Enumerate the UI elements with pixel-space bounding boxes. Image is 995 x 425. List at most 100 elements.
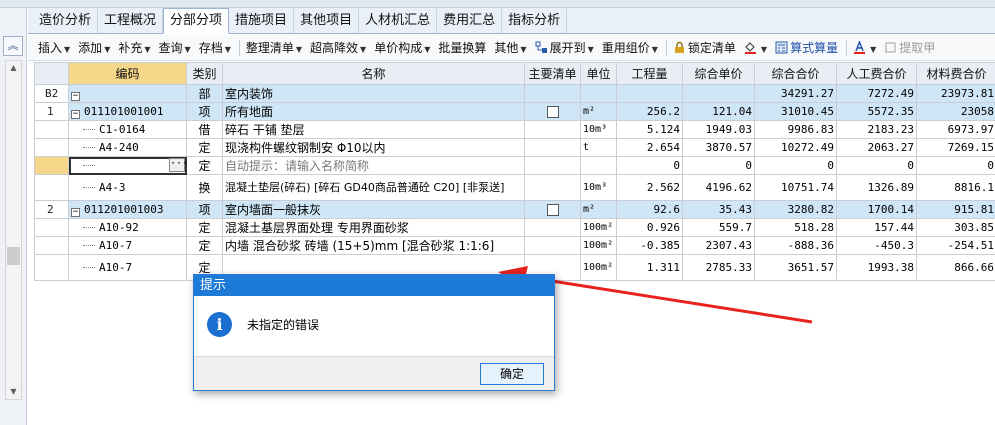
type-cell[interactable]: 定 — [186, 218, 223, 237]
tab-fee-summary[interactable]: 费用汇总 — [437, 9, 503, 33]
tab-measures[interactable]: 措施项目 — [229, 9, 295, 33]
table-row-editing[interactable]: ··· 定 自动提示：请输入名称简称 0 0 0 0 0 — [34, 156, 995, 175]
main-list-checkbox[interactable] — [546, 203, 559, 216]
code-cell[interactable]: A10-7 — [68, 254, 187, 281]
name-cell[interactable]: 所有地面 — [222, 102, 525, 121]
name-hint-cell[interactable]: 自动提示：请输入名称简称 — [222, 156, 525, 175]
collapse-icon[interactable]: − — [71, 207, 80, 217]
name-column-header[interactable]: 名称 — [222, 62, 525, 85]
collapse-icon[interactable]: − — [71, 91, 80, 101]
super-reduce-button[interactable]: 超高降效 ▼ — [310, 39, 366, 56]
code-column-header[interactable]: 编码 — [68, 62, 187, 85]
table-row[interactable]: 1 −011101001001 项 所有地面 m² 256.2 121.04 3… — [34, 102, 995, 121]
expand-to-button[interactable]: 展开到 ▼ — [535, 39, 594, 56]
unit-price-cell[interactable]: 121.04 — [682, 102, 755, 121]
unit-cell[interactable]: 10m³ — [580, 120, 617, 139]
table-row[interactable]: A10-92 定 混凝土基层界面处理 专用界面砂浆 100m² 0.926 55… — [34, 218, 995, 237]
unit-column-header[interactable]: 单位 — [580, 62, 617, 85]
unit-cell[interactable] — [580, 84, 617, 103]
tab-other-items[interactable]: 其他项目 — [294, 9, 360, 33]
code-cell[interactable]: − — [68, 84, 187, 103]
unit-cell[interactable]: m² — [580, 102, 617, 121]
lock-list-button[interactable]: 锁定清单 — [673, 39, 736, 56]
dialog-title[interactable]: 提示 — [194, 275, 554, 296]
main-list-checkbox[interactable] — [546, 105, 559, 118]
name-cell[interactable]: 室内装饰 — [222, 84, 525, 103]
organize-list-button[interactable]: 整理清单 ▼ — [246, 39, 302, 56]
main-list-column-header[interactable]: 主要清单 — [524, 62, 581, 85]
ok-button[interactable]: 确定 — [480, 363, 544, 385]
name-cell[interactable]: 碎石 干铺 垫层 — [222, 120, 525, 139]
code-cell[interactable]: −011201001003 — [68, 200, 187, 219]
scroll-up-icon[interactable]: ▲ — [6, 61, 21, 75]
tab-cost-analysis[interactable]: 造价分析 — [33, 9, 99, 33]
quantity-cell[interactable]: 0 — [616, 156, 683, 175]
left-scrollbar[interactable]: ▲ ▼ — [5, 60, 22, 400]
tab-labor-material-summary[interactable]: 人材机汇总 — [359, 9, 438, 33]
code-cell[interactable]: A10-92 — [68, 218, 187, 237]
supplement-button[interactable]: 补充 ▼ — [118, 39, 150, 56]
name-cell[interactable]: 混凝土基层界面处理 专用界面砂浆 — [222, 218, 525, 237]
name-cell[interactable]: 内墙 混合砂浆 砖墙 (15+5)mm [混合砂浆 1:1:6] — [222, 236, 525, 255]
unit-price-cell[interactable]: 559.7 — [682, 218, 755, 237]
left-scroll-thumb[interactable] — [7, 247, 20, 265]
table-row[interactable]: B2 − 部 室内装饰 34291.27 7272.49 23973.81 — [34, 84, 995, 103]
unit-cell[interactable]: m² — [580, 200, 617, 219]
scroll-down-icon[interactable]: ▼ — [6, 385, 21, 399]
quantity-cell[interactable] — [616, 84, 683, 103]
code-cell[interactable]: C1-0164 — [68, 120, 187, 139]
type-cell[interactable]: 项 — [186, 102, 223, 121]
fill-color-button[interactable]: ▼ — [744, 41, 767, 55]
unit-cell[interactable]: 100m² — [580, 218, 617, 237]
unit-price-button[interactable]: 单价构成 ▼ — [374, 39, 430, 56]
quantity-cell[interactable]: 256.2 — [616, 102, 683, 121]
table-row[interactable]: 2 −011201001003 项 室内墙面一般抹灰 m² 92.6 35.43… — [34, 200, 995, 219]
tab-index-analysis[interactable]: 指标分析 — [502, 9, 568, 33]
tab-sub-items[interactable]: 分部分项 — [163, 8, 230, 34]
type-cell[interactable]: 定 — [186, 236, 223, 255]
query-button[interactable]: 查询 ▼ — [159, 39, 191, 56]
table-row[interactable]: A10-7 定 内墙 混合砂浆 砖墙 (15+5)mm [混合砂浆 1:1:6]… — [34, 236, 995, 255]
unit-cell[interactable]: 100m² — [580, 254, 617, 281]
type-cell[interactable]: 项 — [186, 200, 223, 219]
add-button[interactable]: 添加 ▼ — [78, 39, 110, 56]
type-cell[interactable]: 借 — [186, 120, 223, 139]
quantity-cell[interactable]: 5.124 — [616, 120, 683, 139]
unit-cell[interactable]: 100m² — [580, 236, 617, 255]
unit-price-cell[interactable]: 3870.57 — [682, 138, 755, 157]
name-cell[interactable]: 室内墙面一般抹灰 — [222, 200, 525, 219]
unit-cell[interactable]: t — [580, 138, 617, 157]
quantity-cell[interactable]: -0.385 — [616, 236, 683, 255]
unit-price-cell[interactable]: 0 — [682, 156, 755, 175]
unit-price-cell[interactable]: 4196.62 — [682, 174, 755, 201]
table-row[interactable]: A4-3 换 混凝土垫层(碎石) [碎石 GD40商品普通砼 C20] [非泵送… — [34, 174, 995, 201]
type-cell[interactable]: 换 — [186, 174, 223, 201]
quantity-cell[interactable]: 2.562 — [616, 174, 683, 201]
type-cell[interactable]: 部 — [186, 84, 223, 103]
unit-price-cell[interactable]: 2785.33 — [682, 254, 755, 281]
unit-cell[interactable]: 10m³ — [580, 174, 617, 201]
table-row[interactable]: C1-0164 借 碎石 干铺 垫层 10m³ 5.124 1949.03 99… — [34, 120, 995, 139]
table-row[interactable]: A4-240 定 现浇构件螺纹钢制安 Φ10以内 t 2.654 3870.57… — [34, 138, 995, 157]
code-cell[interactable]: A10-7 — [68, 236, 187, 255]
type-column-header[interactable]: 类别 — [186, 62, 223, 85]
quantity-column-header[interactable]: 工程量 — [616, 62, 683, 85]
labor-cost-column-header[interactable]: 人工费合价 — [836, 62, 917, 85]
collapse-icon[interactable]: − — [71, 109, 80, 119]
total-price-column-header[interactable]: 综合合价 — [754, 62, 837, 85]
unit-price-cell[interactable]: 1949.03 — [682, 120, 755, 139]
quantity-cell[interactable]: 1.311 — [616, 254, 683, 281]
quantity-cell[interactable]: 2.654 — [616, 138, 683, 157]
material-cost-column-header[interactable]: 材料费合价 — [916, 62, 995, 85]
name-cell[interactable]: 混凝土垫层(碎石) [碎石 GD40商品普通砼 C20] [非泵送] — [222, 174, 525, 201]
quantity-cell[interactable]: 92.6 — [616, 200, 683, 219]
unit-price-cell[interactable]: 2307.43 — [682, 236, 755, 255]
more-icon[interactable]: ··· — [169, 158, 186, 172]
reuse-price-button[interactable]: 重用组价 ▼ — [602, 39, 658, 56]
tab-project-overview[interactable]: 工程概况 — [98, 9, 164, 33]
formula-calc-button[interactable]: 算式算量 — [775, 39, 838, 56]
code-edit-cell[interactable]: ··· — [68, 156, 187, 175]
unit-price-cell[interactable]: 35.43 — [682, 200, 755, 219]
code-cell[interactable]: A4-240 — [68, 138, 187, 157]
font-color-button[interactable]: ▼ — [853, 40, 876, 55]
